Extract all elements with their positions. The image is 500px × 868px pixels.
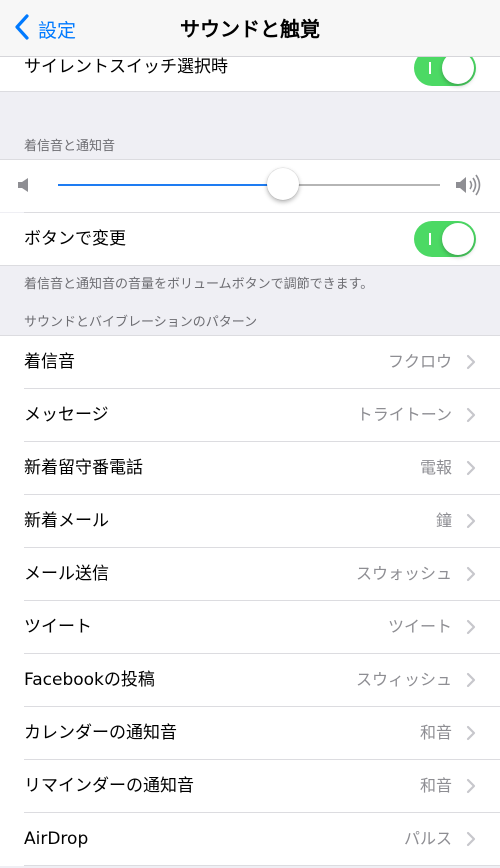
navigation-bar: 設定 サウンドと触覚 <box>0 0 500 57</box>
list-item-value: ツイート <box>387 617 452 636</box>
chevron-right-icon <box>466 831 476 847</box>
list-item[interactable]: 着信音 フクロウ <box>0 336 500 389</box>
list-item[interactable]: Facebookの投稿 スウィッシュ <box>0 654 500 707</box>
toggle-knob <box>442 223 474 255</box>
toggle-on-mark <box>429 233 431 245</box>
change-with-buttons-toggle[interactable] <box>414 221 476 257</box>
chevron-right-icon <box>466 566 476 582</box>
divider <box>0 91 500 92</box>
list-item-value: スウィッシュ <box>355 670 452 689</box>
chevron-right-icon <box>466 407 476 423</box>
divider <box>24 865 500 866</box>
volume-slider-row <box>0 160 500 212</box>
list-item-value: 和音 <box>419 723 452 742</box>
list-item-label: 新着メール <box>24 511 109 531</box>
page-title: サウンドと触覚 <box>180 17 320 41</box>
list-item[interactable]: メッセージ トライトーン <box>0 389 500 442</box>
section-header-ringer: 着信音と通知音 <box>24 139 116 154</box>
list-item[interactable]: 新着メール 鐘 <box>0 495 500 548</box>
list-item-label: メール送信 <box>24 564 109 584</box>
list-item-label: ツイート <box>24 617 92 637</box>
change-with-buttons-label: ボタンで変更 <box>24 229 126 249</box>
list-item-value: 和音 <box>419 776 452 795</box>
list-item-label: 新着留守番電話 <box>24 458 143 478</box>
chevron-right-icon <box>466 619 476 635</box>
divider <box>0 265 500 266</box>
list-item-value: パルス <box>403 829 452 848</box>
toggle-on-mark <box>429 62 431 74</box>
list-item[interactable]: ツイート ツイート <box>0 601 500 654</box>
list-item-label: カレンダーの通知音 <box>24 723 177 743</box>
list-item-label: AirDrop <box>24 829 89 849</box>
list-item-value: スウォッシュ <box>355 564 452 583</box>
list-item-value: フクロウ <box>387 352 452 371</box>
list-item-value: 鐘 <box>435 511 452 530</box>
list-item[interactable]: リマインダーの通知音 和音 <box>0 760 500 813</box>
speaker-high-icon <box>454 173 484 201</box>
section-header-patterns: サウンドとバイブレーションのパターン <box>24 315 258 330</box>
ringer-footer-note: 着信音と通知音の音量をボリュームボタンで調節できます。 <box>24 277 374 292</box>
chevron-right-icon <box>466 354 476 370</box>
list-item[interactable]: AirDrop パルス <box>0 813 500 866</box>
list-item-label: メッセージ <box>24 405 109 425</box>
chevron-right-icon <box>466 460 476 476</box>
volume-slider[interactable] <box>58 168 440 200</box>
volume-slider-thumb[interactable] <box>267 168 300 200</box>
list-item-value: 電報 <box>419 458 452 477</box>
speaker-low-icon <box>16 175 32 199</box>
list-item-label: 着信音 <box>24 352 75 372</box>
list-item-label: Facebookの投稿 <box>24 670 155 690</box>
chevron-right-icon <box>466 672 476 688</box>
list-item-value: トライトーン <box>356 405 452 424</box>
list-item[interactable]: メール送信 スウォッシュ <box>0 548 500 601</box>
chevron-right-icon <box>466 778 476 794</box>
volume-slider-fill <box>58 184 284 186</box>
change-with-buttons-row: ボタンで変更 <box>0 213 500 265</box>
chevron-right-icon <box>466 725 476 741</box>
list-item[interactable]: カレンダーの通知音 和音 <box>0 707 500 760</box>
chevron-right-icon <box>466 513 476 529</box>
silent-switch-label: サイレントスイッチ選択時 <box>24 57 228 77</box>
list-item[interactable]: 新着留守番電話 電報 <box>0 442 500 495</box>
list-item-label: リマインダーの通知音 <box>24 776 194 796</box>
